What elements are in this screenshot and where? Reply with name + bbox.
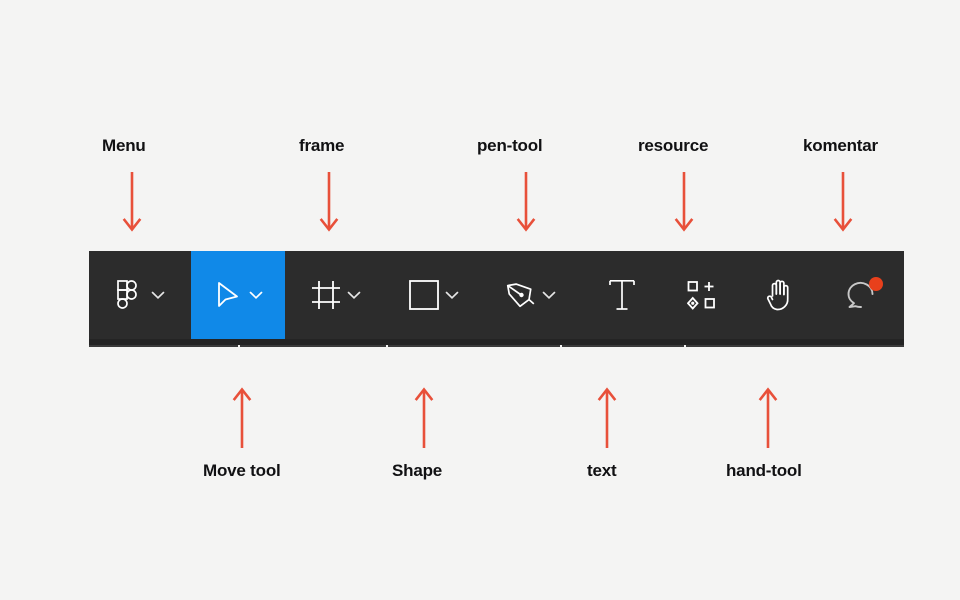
frame-icon — [309, 278, 343, 312]
figma-toolbar[interactable] — [89, 251, 904, 347]
chevron-down-icon[interactable] — [345, 278, 363, 312]
annotation-label-pen-tool: pen-tool — [477, 136, 543, 155]
toolbar-item-move-tool[interactable] — [191, 251, 285, 339]
toolbar-item-resources[interactable] — [662, 251, 741, 339]
toolbar-item-pen-tool[interactable] — [481, 251, 581, 339]
arrow-down-komentar-icon — [832, 172, 854, 234]
toolbar-item-main-menu[interactable] — [89, 251, 191, 339]
annotation-label-resource: resource — [638, 136, 709, 155]
toolbar-item-comment[interactable] — [817, 251, 904, 339]
square-icon — [407, 278, 441, 312]
arrow-up-hand-tool-icon — [757, 386, 779, 448]
annotation-label-frame: frame — [299, 136, 345, 155]
toolbar-item-shape-tool[interactable] — [387, 251, 481, 339]
toolbar-segment-tick — [238, 345, 240, 347]
toolbar-item-text-tool[interactable] — [581, 251, 662, 339]
arrow-down-pen-tool-icon — [515, 172, 537, 234]
chevron-down-icon[interactable] — [247, 278, 265, 312]
resources-grid-icon — [685, 278, 719, 312]
chevron-down-icon[interactable] — [443, 278, 461, 312]
chevron-down-icon[interactable] — [540, 278, 558, 312]
toolbar-segment-tick — [684, 345, 686, 347]
toolbar-item-hand-tool[interactable] — [741, 251, 817, 339]
arrow-up-move-tool-icon — [231, 386, 253, 448]
chevron-down-icon[interactable] — [149, 278, 167, 312]
annotation-label-text: text — [587, 461, 617, 480]
annotation-label-hand-tool: hand-tool — [726, 461, 802, 480]
figma-logo-icon — [113, 278, 147, 312]
arrow-up-shape-icon — [413, 386, 435, 448]
annotation-label-shape: Shape — [392, 461, 443, 480]
cursor-arrow-icon — [211, 278, 245, 312]
text-t-icon — [605, 278, 639, 312]
arrow-down-resource-icon — [673, 172, 695, 234]
comment-notification-badge — [869, 277, 883, 291]
toolbar-item-frame-tool[interactable] — [285, 251, 387, 339]
arrow-down-menu-icon — [121, 172, 143, 234]
hand-icon — [762, 278, 796, 312]
toolbar-bottom-edge — [89, 345, 904, 347]
arrow-down-frame-icon — [318, 172, 340, 234]
annotation-label-move-tool: Move tool — [203, 461, 281, 480]
annotation-label-komentar: komentar — [803, 136, 878, 155]
toolbar-segment-tick — [560, 345, 562, 347]
annotation-label-menu: Menu — [102, 136, 146, 155]
arrow-up-text-icon — [596, 386, 618, 448]
toolbar-segment-tick — [386, 345, 388, 347]
pen-nib-icon — [504, 278, 538, 312]
